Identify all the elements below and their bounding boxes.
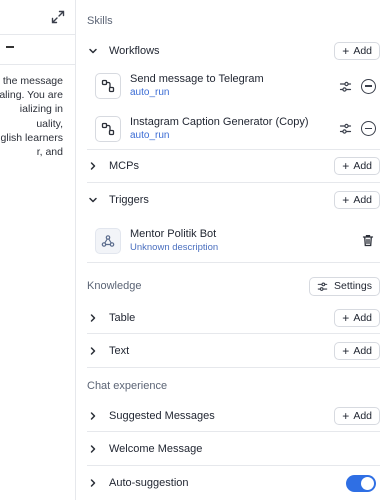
left-panel: e the message aling. You are ializing in… [0,0,76,500]
chevron-right-icon[interactable] [87,312,99,324]
welcome-message-row[interactable]: Welcome Message [87,433,380,466]
section-title-knowledge: Knowledge [87,280,142,292]
add-label: Add [353,345,372,357]
table-label: Table [109,311,136,324]
table-row[interactable]: Table + Add [87,302,380,334]
description-line: aling. You are [0,89,63,102]
add-workflow-button[interactable]: + Add [334,42,380,60]
welcome-message-label: Welcome Message [109,443,203,455]
plus-icon: + [342,193,350,207]
webhook-icon [95,227,121,254]
remove-icon[interactable] [361,78,376,94]
add-label: Add [353,45,372,57]
add-table-button[interactable]: + Add [334,308,380,327]
chevron-down-icon[interactable] [87,194,99,206]
plus-icon: + [342,44,350,58]
trash-icon[interactable] [360,233,376,249]
plus-icon: + [342,159,350,173]
knowledge-header: Knowledge Settings [87,276,380,296]
workflows-label: Workflows [109,45,160,57]
mcps-label: MCPs [109,160,139,172]
workflow-subtitle: auto_run [130,87,170,98]
divider [0,64,75,65]
description-line: glish learners [0,131,63,144]
settings-sliders-icon [317,281,328,291]
mcps-row[interactable]: MCPs + Add [87,150,380,183]
plus-icon: + [342,408,350,423]
workflows-row[interactable]: Workflows + Add [87,40,380,62]
remove-icon[interactable] [361,121,376,136]
chevron-right-icon[interactable] [87,443,99,455]
triggers-row[interactable]: Triggers + Add [87,188,380,212]
auto-suggestion-label: Auto-suggestion [109,477,189,489]
description-line: r, and [36,145,63,158]
chevron-right-icon[interactable] [87,410,99,422]
divider [0,34,75,35]
text-row[interactable]: Text + Add [87,335,380,368]
workflow-title: Instagram Caption Generator (Copy) [130,115,309,128]
add-trigger-button[interactable]: + Add [334,191,380,209]
prompt-description[interactable]: e the message aling. You are ializing in… [0,74,63,159]
auto-suggestion-toggle[interactable] [346,474,376,492]
workflow-subtitle: auto_run [130,129,170,141]
description-line: e the message [0,75,63,87]
chevron-down-icon[interactable] [87,45,99,57]
triggers-label: Triggers [109,194,149,206]
add-label: Add [353,409,372,422]
config-panel: Skills Workflows + Add Send message to Te… [77,0,388,500]
add-label: Add [353,311,372,324]
chevron-right-icon[interactable] [87,477,99,489]
workflow-title: Send message to Telegram [130,73,264,85]
trigger-subtitle: Unknown description [130,241,219,253]
section-title-skills: Skills [87,15,113,27]
text-label: Text [109,345,130,357]
description-line: ializing in [19,103,63,116]
chevron-right-icon[interactable] [87,345,99,357]
settings-sliders-icon[interactable] [337,78,353,94]
expand-icon[interactable] [51,10,65,24]
workflow-item[interactable]: Instagram Caption Generator (Copy) auto_… [87,108,380,150]
auto-suggestion-row[interactable]: Auto-suggestion [87,467,380,499]
chevron-right-icon[interactable] [87,160,99,172]
trigger-title: Mentor Politik Bot [130,227,217,240]
workflow-icon [95,115,121,142]
collapse-icon[interactable] [6,46,14,48]
plus-icon: + [342,344,350,358]
add-label: Add [353,160,372,172]
add-suggested-message-button[interactable]: + Add [334,406,380,425]
suggested-messages-label: Suggested Messages [109,409,215,422]
trigger-item[interactable]: Mentor Politik Bot Unknown description [87,219,380,263]
workflow-icon [95,73,121,99]
workflow-item[interactable]: Send message to Telegram auto_run [87,66,380,106]
settings-label: Settings [334,280,372,292]
add-text-button[interactable]: + Add [334,342,380,360]
add-label: Add [353,194,372,206]
suggested-messages-row[interactable]: Suggested Messages + Add [87,400,380,432]
settings-sliders-icon[interactable] [337,121,353,137]
plus-icon: + [342,310,350,325]
knowledge-settings-button[interactable]: Settings [309,276,380,296]
description-line: uality, [36,117,63,130]
section-title-chat-experience: Chat experience [87,380,168,392]
add-mcp-button[interactable]: + Add [334,157,380,175]
